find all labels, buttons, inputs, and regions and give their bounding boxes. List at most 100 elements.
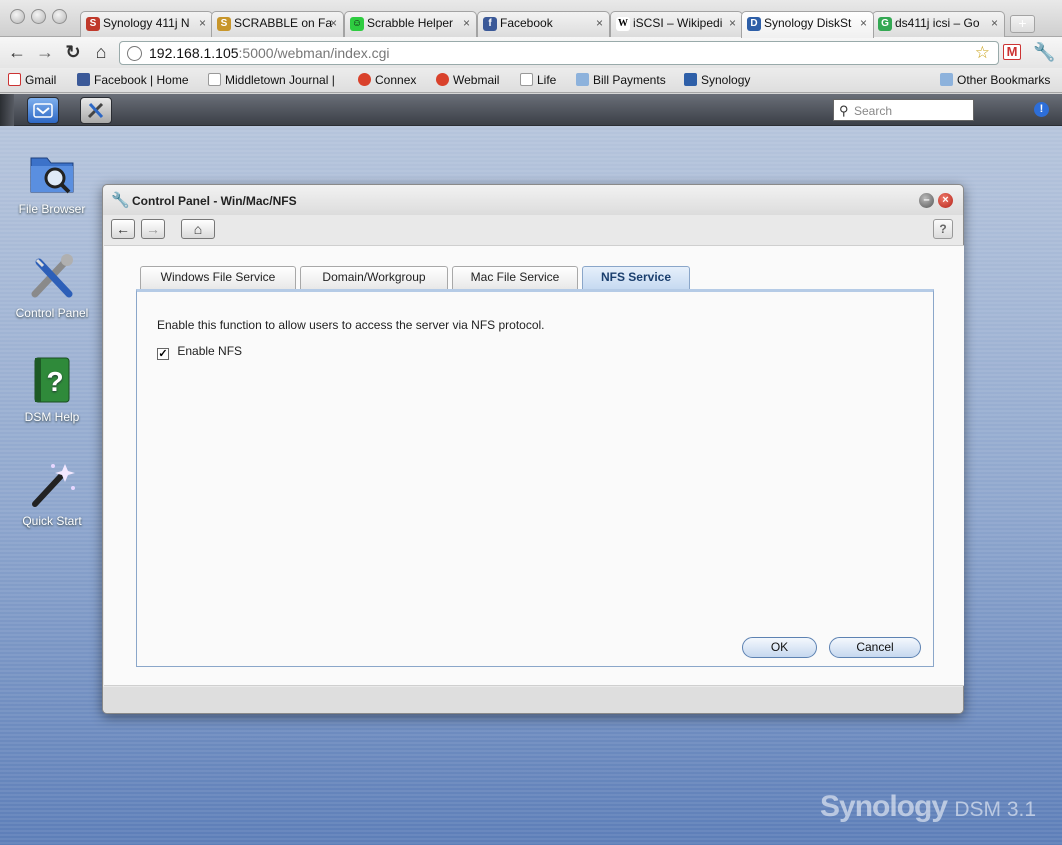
connex-icon xyxy=(358,73,371,86)
enable-nfs-checkbox[interactable]: ✓ Enable NFS xyxy=(157,344,242,360)
gmail-icon xyxy=(8,73,21,86)
close-tab-icon[interactable]: × xyxy=(463,16,470,30)
synology-favicon-icon: S xyxy=(86,17,100,31)
address-bar[interactable]: 192.168.1.105:5000/webman/index.cgi ☆ xyxy=(119,41,999,65)
home-icon[interactable]: ⌂ xyxy=(90,41,112,63)
bookmark-other-bookmarks[interactable]: Other Bookmarks xyxy=(940,73,1050,87)
zoom-window-button[interactable] xyxy=(52,9,67,24)
notification-icon[interactable]: ! xyxy=(1034,102,1049,117)
address-url: 192.168.1.105:5000/webman/index.cgi xyxy=(149,45,390,61)
bookmark-connex[interactable]: Connex xyxy=(358,73,416,87)
bookmark-webmail[interactable]: Webmail xyxy=(436,73,499,87)
close-tab-icon[interactable]: × xyxy=(860,16,867,30)
search-input[interactable]: ⚲ Search xyxy=(833,99,974,121)
synology-dsm-brand: Synology DSM 3.1 xyxy=(820,790,1037,823)
page-icon xyxy=(520,73,533,86)
control-panel-taskbar-button[interactable] xyxy=(80,97,112,124)
reload-icon[interactable]: ↻ xyxy=(62,41,84,63)
new-tab-button[interactable]: + xyxy=(1010,15,1035,33)
bookmark-middletown-journal[interactable]: Middletown Journal | xyxy=(208,73,335,87)
window-title-bar[interactable]: 🔧 Control Panel - Win/Mac/NFS – × xyxy=(103,185,963,215)
magic-wand-icon xyxy=(27,460,77,510)
bookmark-facebook[interactable]: Facebook | Home xyxy=(77,73,189,87)
bookmark-life[interactable]: Life xyxy=(520,73,556,87)
globe-icon xyxy=(127,46,142,61)
dsm-icon xyxy=(684,73,697,86)
browser-tab-label: SCRABBLE on Fa xyxy=(234,16,333,30)
folder-icon xyxy=(940,73,953,86)
svg-text:?: ? xyxy=(46,366,63,397)
browser-tab-label: Synology 411j N xyxy=(103,16,190,30)
desktop-icon-file-browser[interactable]: File Browser xyxy=(0,148,104,216)
browser-tab[interactable]: W iSCSI – Wikipedi × xyxy=(610,11,743,37)
close-tab-icon[interactable]: × xyxy=(991,16,998,30)
tab-windows-file-service[interactable]: Windows File Service xyxy=(140,266,296,289)
webmail-icon xyxy=(436,73,449,86)
close-tab-icon[interactable]: × xyxy=(199,16,206,30)
window-content: Windows File Service Domain/Workgroup Ma… xyxy=(104,245,964,686)
nfs-service-panel: Enable this function to allow users to a… xyxy=(136,289,934,667)
bookmarks-bar: Gmail Facebook | Home Middletown Journal… xyxy=(0,68,1062,93)
bookmark-bill-payments[interactable]: Bill Payments xyxy=(576,73,666,87)
bookmark-synology[interactable]: Synology xyxy=(684,73,750,87)
browser-tab-active[interactable]: D Synology DiskSt × xyxy=(741,11,874,38)
tab-nfs-service[interactable]: NFS Service xyxy=(582,266,690,289)
browser-tab-label: Scrabble Helper xyxy=(367,16,454,30)
window-home-button[interactable]: ⌂ xyxy=(181,219,215,239)
folder-icon xyxy=(576,73,589,86)
enable-nfs-label: Enable NFS xyxy=(177,344,243,358)
google-favicon-icon: G xyxy=(878,17,892,31)
browser-tab-label: Synology DiskSt xyxy=(764,16,852,30)
chevron-down-icon xyxy=(33,103,53,118)
browser-tab-label: iSCSI – Wikipedi xyxy=(633,16,723,30)
main-menu-button[interactable] xyxy=(27,97,59,124)
browser-tab-label: Facebook xyxy=(500,16,553,30)
browser-tab-label: ds411j icsi – Go xyxy=(895,16,980,30)
window-title: Control Panel - Win/Mac/NFS xyxy=(132,194,297,208)
cancel-button[interactable]: Cancel xyxy=(829,637,921,658)
nfs-description: Enable this function to allow users to a… xyxy=(157,318,545,332)
control-panel-tool-icon: 🔧 xyxy=(111,192,130,209)
desktop-icon-dsm-help[interactable]: ? DSM Help xyxy=(0,356,104,424)
close-tab-icon[interactable]: × xyxy=(596,16,603,30)
close-icon[interactable]: × xyxy=(938,193,953,208)
gmail-extension-icon[interactable]: M xyxy=(1003,44,1021,60)
smiley-favicon-icon: ☺ xyxy=(350,17,364,31)
facebook-icon xyxy=(77,73,90,86)
desktop-icon-control-panel[interactable]: Control Panel xyxy=(0,252,104,320)
minimize-icon[interactable]: – xyxy=(919,193,934,208)
window-forward-button[interactable]: → xyxy=(141,219,165,239)
checkbox-check-icon[interactable]: ✓ xyxy=(157,348,169,360)
forward-arrow-icon[interactable]: → xyxy=(34,41,56,63)
taskbar-edge xyxy=(0,94,14,126)
browser-tab[interactable]: S SCRABBLE on Fa × xyxy=(211,11,344,37)
dsm-taskbar: ⚲ Search ! xyxy=(0,94,1062,126)
desktop-icon-quick-start[interactable]: Quick Start xyxy=(0,460,104,528)
browser-tab-strip: S Synology 411j N × S SCRABBLE on Fa × ☺… xyxy=(0,0,1062,38)
window-back-button[interactable]: ← xyxy=(111,219,135,239)
tools-icon xyxy=(87,102,104,119)
bookmark-gmail[interactable]: Gmail xyxy=(8,73,56,87)
browser-tab[interactable]: S Synology 411j N × xyxy=(80,11,213,37)
bookmark-star-icon[interactable]: ☆ xyxy=(975,43,990,63)
back-arrow-icon[interactable]: ← xyxy=(6,41,28,63)
tab-mac-file-service[interactable]: Mac File Service xyxy=(452,266,578,289)
help-book-icon: ? xyxy=(27,356,77,406)
control-panel-icon xyxy=(27,252,77,302)
minimize-window-button[interactable] xyxy=(31,9,46,24)
control-panel-window: 🔧 Control Panel - Win/Mac/NFS – × ← → ⌂ … xyxy=(102,184,964,714)
dsm-favicon-icon: D xyxy=(747,17,761,31)
window-footer xyxy=(103,687,963,713)
close-tab-icon[interactable]: × xyxy=(729,16,736,30)
browser-tab[interactable]: f Facebook × xyxy=(477,11,610,37)
tab-domain-workgroup[interactable]: Domain/Workgroup xyxy=(300,266,448,289)
search-icon: ⚲ xyxy=(839,103,849,118)
browser-tab[interactable]: G ds411j icsi – Go × xyxy=(872,11,1005,37)
close-tab-icon[interactable]: × xyxy=(330,16,337,30)
browser-tab[interactable]: ☺ Scrabble Helper × xyxy=(344,11,477,37)
window-help-button[interactable]: ? xyxy=(933,219,953,239)
close-window-button[interactable] xyxy=(10,9,25,24)
wikipedia-favicon-icon: W xyxy=(616,17,630,31)
wrench-icon[interactable]: 🔧 xyxy=(1033,41,1055,63)
ok-button[interactable]: OK xyxy=(742,637,817,658)
